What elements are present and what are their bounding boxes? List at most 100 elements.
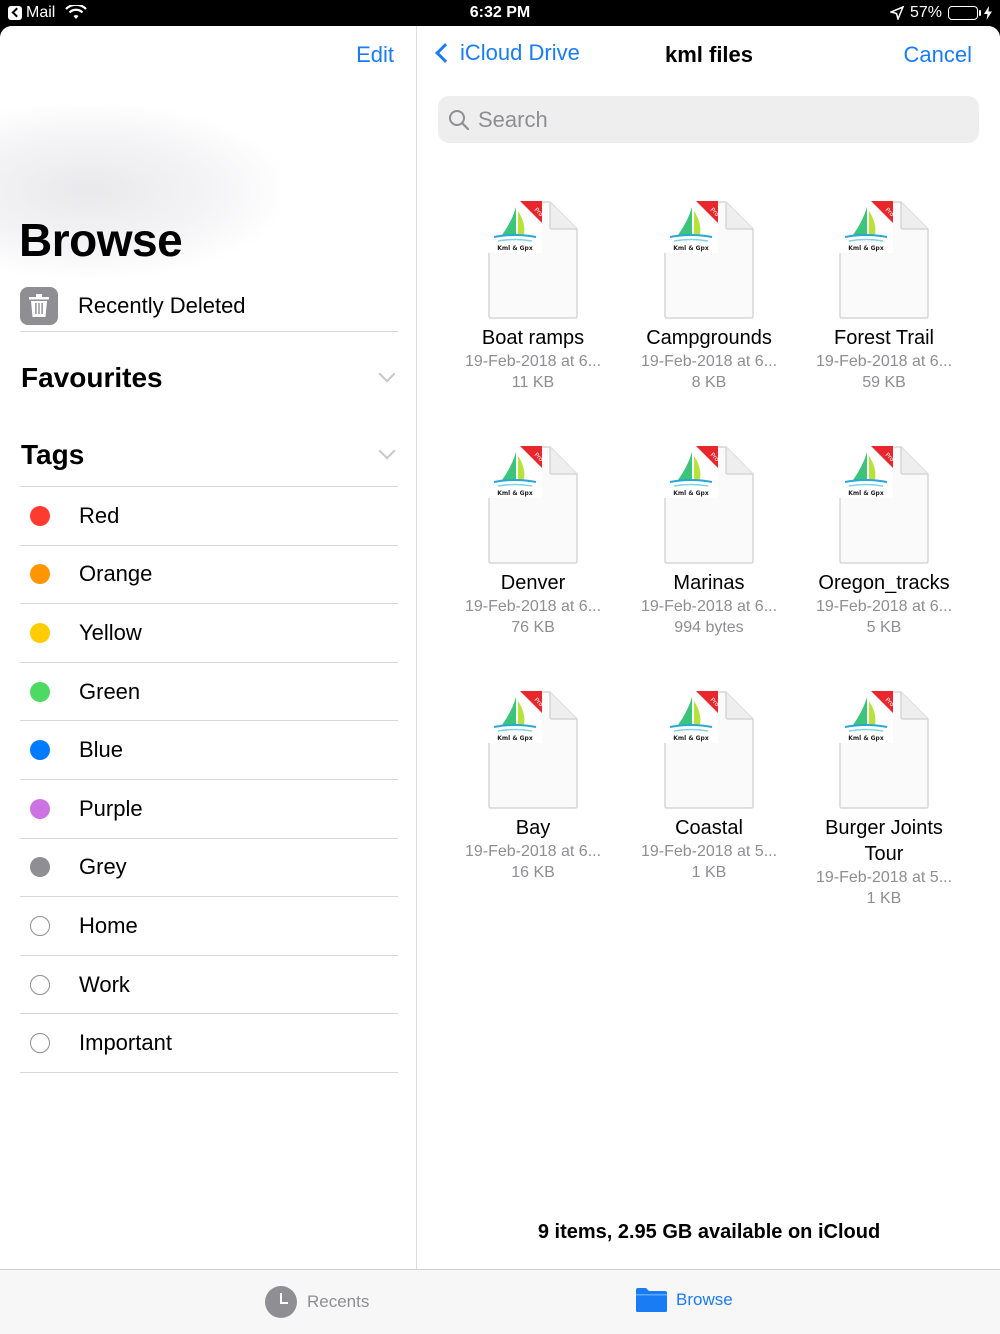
page-title: Browse <box>19 214 183 266</box>
location-icon <box>889 6 904 20</box>
file-name: Coastal <box>675 817 743 839</box>
clock-time: 6:32 PM <box>469 4 531 21</box>
cancel-button[interactable]: Cancel <box>904 42 972 68</box>
file-date: 19-Feb-2018 at 6... <box>815 353 953 370</box>
tag-row-important[interactable]: Important <box>20 1014 398 1073</box>
tag-label: Blue <box>79 737 124 763</box>
tag-label: Red <box>79 502 120 528</box>
document-icon: Pro Kml & Gpx <box>488 691 578 809</box>
logo-text: Kml & Gpx <box>848 245 884 252</box>
tag-label: Yellow <box>79 619 142 645</box>
storage-info: 9 items, 2.95 GB available on iCloud <box>537 1221 881 1243</box>
tag-row-purple[interactable]: Purple <box>20 780 398 839</box>
favourites-header[interactable]: Favourites <box>21 362 397 394</box>
file-date: 19-Feb-2018 at 6... <box>640 353 778 370</box>
file-name: Oregon_tracks <box>818 572 950 594</box>
file-name: Campgrounds <box>646 327 772 349</box>
kml-gpx-logo-icon: Pro Kml & Gpx <box>488 691 542 743</box>
file-item[interactable]: Pro Kml & Gpx Burger Joints Tour 19-Feb-… <box>804 691 964 909</box>
clock-icon <box>265 1286 297 1318</box>
file-name: Marinas <box>673 572 745 594</box>
file-item[interactable]: Pro Kml & Gpx Denver 19-Feb-2018 at 6...… <box>453 446 613 638</box>
tag-color-dot <box>30 740 50 761</box>
folder-icon <box>636 1288 667 1312</box>
files-app: Edit Browse Recently Deleted Favourites … <box>0 26 1000 1334</box>
trash-icon <box>20 286 58 325</box>
kml-gpx-logo-icon: Pro Kml & Gpx <box>839 201 893 253</box>
logo-text: Kml & Gpx <box>497 245 533 252</box>
file-date: 19-Feb-2018 at 6... <box>464 598 602 615</box>
edit-button[interactable]: Edit <box>356 42 394 68</box>
sidebar-item-recently-deleted[interactable]: Recently Deleted <box>20 280 398 332</box>
tag-row-orange[interactable]: Orange <box>20 546 398 605</box>
tab-browse-label: Browse <box>676 1289 733 1309</box>
tab-recents[interactable]: Recents <box>265 1286 369 1318</box>
logo-text: Kml & Gpx <box>673 490 709 497</box>
file-size: 11 KB <box>511 374 555 391</box>
file-item[interactable]: Pro Kml & Gpx Coastal 19-Feb-2018 at 5..… <box>629 691 789 883</box>
kml-gpx-logo-icon: Pro Kml & Gpx <box>488 446 542 498</box>
search-input[interactable] <box>478 106 958 133</box>
tab-recents-label: Recents <box>307 1292 370 1311</box>
tag-color-dot <box>30 974 50 995</box>
tag-label: Home <box>79 912 138 938</box>
document-icon: Pro Kml & Gpx <box>488 201 578 319</box>
document-icon: Pro Kml & Gpx <box>664 201 754 319</box>
tag-label: Grey <box>79 854 127 880</box>
file-name: Forest Trail <box>833 327 935 349</box>
chevron-down-icon <box>378 442 396 460</box>
tag-color-dot <box>30 857 50 878</box>
tag-row-yellow[interactable]: Yellow <box>20 604 398 663</box>
tag-color-dot <box>30 622 50 643</box>
document-icon: Pro Kml & Gpx <box>664 691 754 809</box>
file-item[interactable]: Pro Kml & Gpx Campgrounds 19-Feb-2018 at… <box>629 201 789 393</box>
tag-row-red[interactable]: Red <box>20 487 398 546</box>
kml-gpx-logo-icon: Pro Kml & Gpx <box>839 446 893 498</box>
sidebar: Edit Browse Recently Deleted Favourites … <box>0 26 417 1269</box>
file-item[interactable]: Pro Kml & Gpx Boat ramps 19-Feb-2018 at … <box>453 201 613 393</box>
tag-row-green[interactable]: Green <box>20 663 398 722</box>
kml-gpx-logo-icon: Pro Kml & Gpx <box>839 691 893 743</box>
tags-list: Red Orange Yellow Green Blue Purple Grey Home Wo… <box>20 486 398 1073</box>
tag-color-dot <box>30 505 50 526</box>
file-item[interactable]: Pro Kml & Gpx Bay 19-Feb-2018 at 6... 16… <box>453 691 613 883</box>
tag-color-dot <box>30 915 50 936</box>
file-date: 19-Feb-2018 at 5... <box>640 843 778 860</box>
status-right: 57% <box>889 4 992 22</box>
charging-icon <box>984 6 992 20</box>
tag-row-work[interactable]: Work <box>20 956 398 1015</box>
tag-row-grey[interactable]: Grey <box>20 839 398 898</box>
tag-row-home[interactable]: Home <box>20 897 398 956</box>
file-item[interactable]: Pro Kml & Gpx Marinas 19-Feb-2018 at 6..… <box>629 446 789 638</box>
battery-percent: 57% <box>909 4 942 21</box>
tab-bar: Recents Browse <box>0 1269 1000 1334</box>
kml-gpx-logo-icon: Pro Kml & Gpx <box>488 201 542 253</box>
sidebar-item-label: Recently Deleted <box>78 292 246 318</box>
kml-gpx-logo-icon: Pro Kml & Gpx <box>664 201 718 253</box>
logo-text: Kml & Gpx <box>497 735 533 742</box>
file-size: 59 KB <box>862 374 906 391</box>
file-item[interactable]: Pro Kml & Gpx Forest Trail 19-Feb-2018 a… <box>804 201 964 393</box>
tag-label: Purple <box>79 795 143 821</box>
favourites-title: Favourites <box>21 362 163 393</box>
search-bar[interactable] <box>438 96 979 143</box>
file-name: Denver <box>500 572 566 594</box>
file-name: Burger Joints Tour <box>825 817 943 865</box>
file-date: 19-Feb-2018 at 6... <box>640 598 778 615</box>
file-size: 1 KB <box>866 890 902 907</box>
tag-row-blue[interactable]: Blue <box>20 721 398 780</box>
document-icon: Pro Kml & Gpx <box>839 446 929 564</box>
document-icon: Pro Kml & Gpx <box>664 446 754 564</box>
file-item[interactable]: Pro Kml & Gpx Oregon_tracks 19-Feb-2018 … <box>804 446 964 638</box>
tag-label: Work <box>79 971 130 997</box>
document-icon: Pro Kml & Gpx <box>839 691 929 809</box>
main-panel: iCloud Drive kml files Cancel Pro <box>418 26 1000 1269</box>
file-size: 8 KB <box>691 374 727 391</box>
tags-header[interactable]: Tags <box>21 439 397 471</box>
tab-browse[interactable]: Browse <box>635 1286 733 1313</box>
file-name: Boat ramps <box>481 327 585 349</box>
file-size: 16 KB <box>511 864 555 881</box>
chevron-down-icon <box>378 365 396 383</box>
file-name: Bay <box>515 817 551 839</box>
search-icon <box>449 109 470 130</box>
